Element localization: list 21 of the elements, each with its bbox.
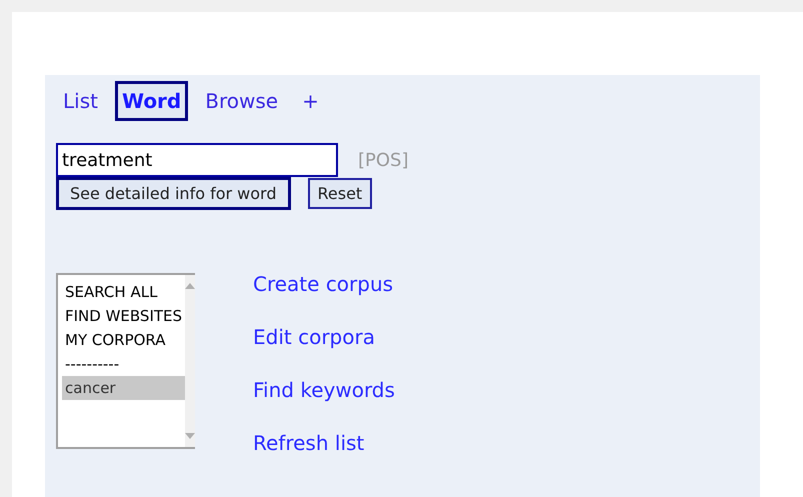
scrollbar[interactable] [185,275,196,447]
pos-label: [POS] [358,148,408,172]
list-option[interactable]: cancer [62,376,186,400]
list-option[interactable]: MY CORPORA [62,328,186,352]
scroll-down-icon[interactable] [185,433,196,439]
tab[interactable]: + [295,81,326,121]
detail-button[interactable]: See detailed info for word [56,177,290,210]
tab[interactable]: Word [114,81,188,121]
list-option[interactable]: SEARCH ALL [62,280,186,304]
action-link[interactable]: Create corpus [253,270,395,298]
list-option[interactable]: FIND WEBSITES [62,304,186,328]
action-link[interactable]: Refresh list [253,429,395,457]
word-input[interactable]: treatment [56,143,338,177]
scroll-up-icon[interactable] [185,283,196,289]
tab[interactable]: Browse [198,81,286,121]
corpus-listbox[interactable]: SEARCH ALL FIND WEBSITES MY CORPORA ---------- cancer [56,273,195,449]
action-link[interactable]: Edit corpora [253,323,395,351]
action-link[interactable]: Find keywords [253,376,395,404]
list-option[interactable]: ---------- [62,352,186,376]
tab[interactable]: List [56,81,105,121]
reset-button[interactable]: Reset [308,178,372,209]
